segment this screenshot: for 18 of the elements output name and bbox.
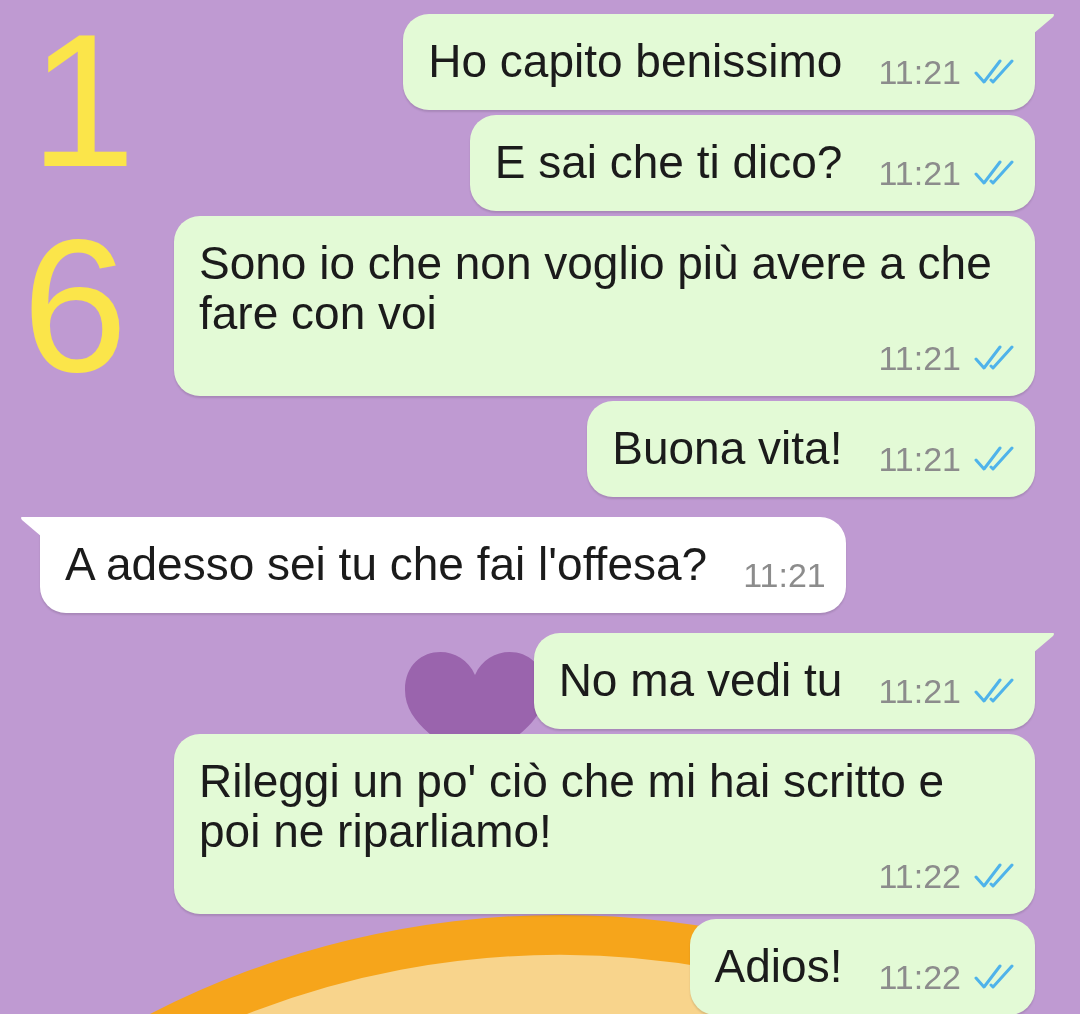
message-time: 11:22 — [878, 855, 961, 897]
message-text: Adios! — [714, 941, 843, 991]
message-text: No ma vedi tu — [558, 655, 843, 705]
message-time: 11:21 — [878, 51, 961, 93]
handwritten-digit: 6 — [22, 205, 128, 405]
message-time: 11:21 — [878, 152, 961, 194]
message-time: 11:21 — [878, 337, 961, 379]
message-text: E sai che ti dico? — [494, 137, 843, 187]
message-text: Rileggi un po' ciò che mi hai scritto e poi ne riparliamo! — [199, 756, 946, 856]
handwritten-digit: 1 — [30, 0, 136, 200]
message-text: Sono io che non voglio più avere a che fare con voi — [199, 238, 993, 338]
message-text: Buona vita! — [612, 423, 843, 473]
message-text: Ho capito benissimo — [428, 36, 843, 86]
message-time: 11:22 — [878, 956, 961, 998]
message-text: A adesso sei tu che fai l'offesa? — [65, 539, 708, 589]
message-time: 11:21 — [743, 554, 826, 596]
message-time: 11:21 — [878, 670, 961, 712]
message-time: 11:21 — [878, 438, 961, 480]
